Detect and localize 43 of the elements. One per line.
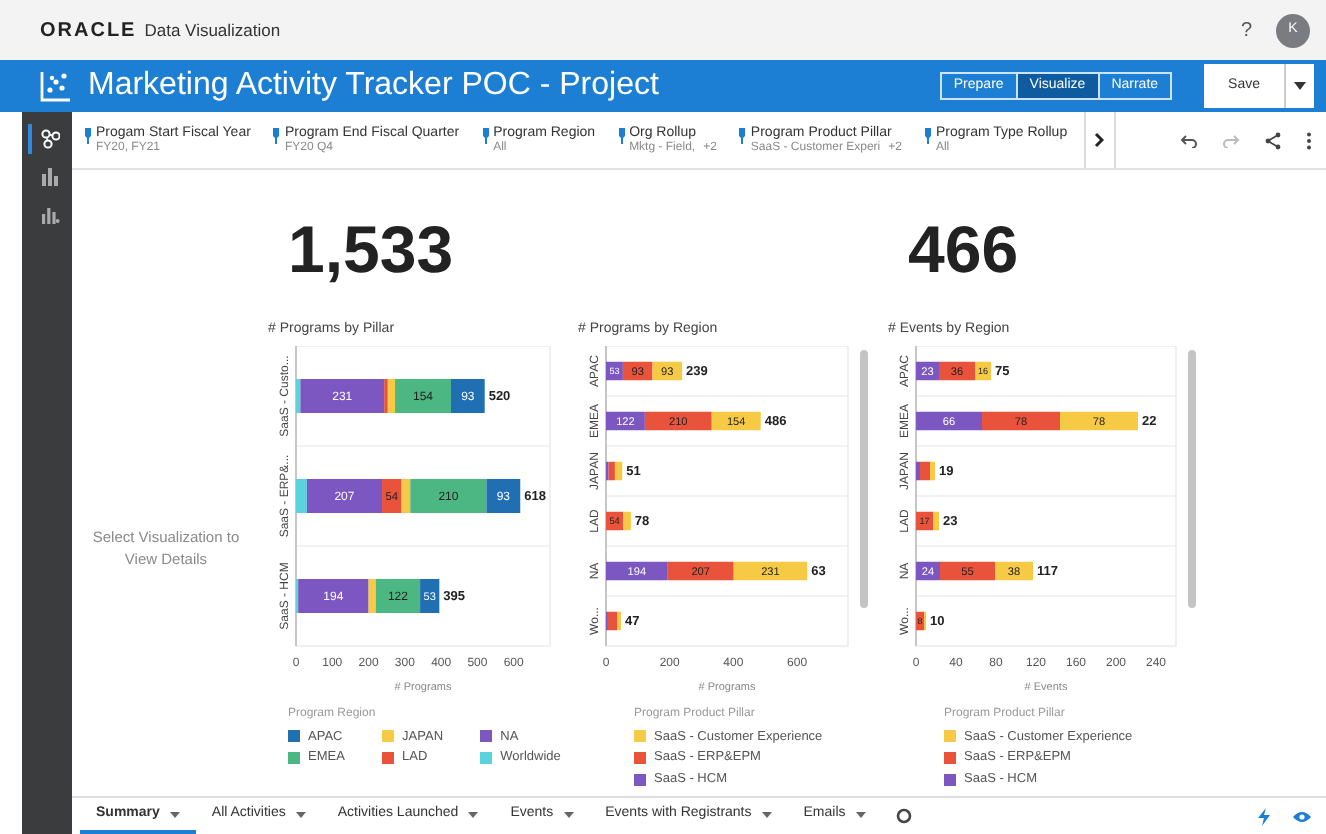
bar-segment (733, 560, 808, 580)
scroll-right-button[interactable] (1083, 112, 1116, 168)
more-icon (1306, 131, 1312, 149)
kpi-value: 1,533 (286, 209, 456, 290)
eye-icon (1292, 809, 1312, 823)
undo-icon (1180, 133, 1198, 147)
redo-icon (1222, 133, 1240, 147)
save-menu-button[interactable] (1284, 64, 1314, 108)
bolt-icon (1256, 807, 1272, 825)
bar-segment (982, 410, 1060, 430)
caret-icon (855, 811, 866, 817)
product-name: Data Visualization (144, 17, 281, 43)
scatter-chart-icon (40, 70, 72, 102)
brand-logo: ORACLE (40, 17, 137, 45)
chevron-right-icon (1094, 132, 1105, 148)
bar-segment (916, 410, 982, 430)
scrollbar[interactable] (1188, 349, 1196, 607)
bar-segment (667, 560, 734, 580)
caret-icon (468, 811, 479, 817)
bar-segment (711, 410, 761, 430)
scrollbar[interactable] (860, 349, 868, 607)
caret-icon (1294, 81, 1306, 90)
circle-icon (895, 808, 912, 824)
caret-icon (169, 811, 180, 817)
pin-icon (481, 127, 490, 144)
bar-chart-icon (39, 204, 59, 226)
nodes-icon (39, 128, 59, 150)
project-title: Marketing Activity Tracker POC - Project (88, 66, 659, 106)
help-link[interactable]: ? (1240, 15, 1252, 45)
bar-segment (606, 560, 668, 580)
pin-icon (272, 127, 281, 144)
pin-icon (738, 127, 747, 144)
pin-icon (617, 127, 626, 144)
caret-icon (563, 811, 574, 817)
bar-segment (652, 360, 683, 380)
caret-icon (761, 811, 772, 817)
pin-icon (923, 127, 932, 144)
share-icon (1264, 131, 1282, 149)
kpi-value: 466 (906, 209, 1021, 290)
bar-chart-icon (39, 166, 59, 188)
pin-icon (84, 127, 92, 144)
bar-segment (1060, 410, 1138, 430)
caret-icon (295, 811, 306, 817)
